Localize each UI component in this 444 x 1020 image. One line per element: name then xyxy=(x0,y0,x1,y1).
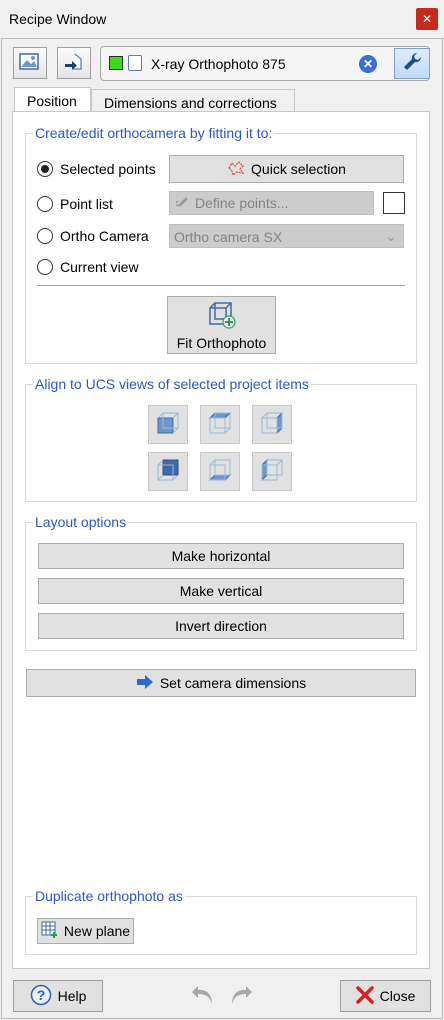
ucs-back-view-button[interactable] xyxy=(148,452,188,491)
picture-icon xyxy=(19,52,41,75)
pencil-icon xyxy=(175,194,191,213)
radio-point-list[interactable] xyxy=(37,196,53,212)
orthophoto-object-icon xyxy=(128,55,142,71)
define-points-button[interactable]: Define points... xyxy=(169,191,374,215)
fit-orthophoto-label: Fit Orthophoto xyxy=(176,334,267,351)
orthophoto-view-button[interactable] xyxy=(13,47,47,79)
help-label: Help xyxy=(57,988,87,1004)
radio-ortho-camera-label: Ortho Camera xyxy=(60,228,149,244)
ortho-camera-select[interactable]: Ortho camera SX ⌄ xyxy=(169,224,404,248)
radio-current-view[interactable] xyxy=(37,259,53,275)
cube-right-icon xyxy=(259,410,285,439)
new-plane-button[interactable]: New plane xyxy=(37,918,134,944)
radio-selected-points-label: Selected points xyxy=(60,161,156,177)
close-icon xyxy=(355,985,374,1007)
invert-direction-button[interactable]: Invert direction xyxy=(38,613,404,639)
ortho-camera-value: Ortho camera SX xyxy=(174,229,283,245)
fit-separator xyxy=(37,285,405,286)
ucs-right-view-button[interactable] xyxy=(252,405,292,444)
quick-selection-label: Quick selection xyxy=(251,161,346,177)
radio-current-view-label: Current view xyxy=(60,259,139,275)
object-selector[interactable]: X-ray Orthophoto 875 ✕ xyxy=(100,46,430,81)
layout-group-title: Layout options xyxy=(33,514,129,530)
wrench-icon xyxy=(401,51,423,76)
chevron-down-icon: ⌄ xyxy=(385,228,397,244)
set-camera-dimensions-button[interactable]: Set camera dimensions xyxy=(26,669,416,697)
ucs-front-view-button[interactable] xyxy=(148,405,188,444)
import-button[interactable] xyxy=(57,47,91,79)
help-icon: ? xyxy=(30,984,52,1009)
close-label: Close xyxy=(379,988,416,1004)
quick-selection-button[interactable]: Quick selection xyxy=(169,155,404,183)
duplicate-group-title: Duplicate orthophoto as xyxy=(33,888,185,904)
radio-selected-points[interactable] xyxy=(37,161,53,177)
make-vertical-button[interactable]: Make vertical xyxy=(38,578,404,604)
ucs-left-view-button[interactable] xyxy=(252,452,292,491)
define-points-label: Define points... xyxy=(195,195,289,211)
radio-ortho-camera[interactable] xyxy=(37,228,53,244)
import-icon xyxy=(63,51,85,76)
window-title: Recipe Window xyxy=(9,11,107,27)
close-button[interactable]: Close xyxy=(340,980,431,1012)
point-list-checkbox[interactable] xyxy=(383,192,405,214)
new-plane-icon xyxy=(41,921,59,942)
ucs-bottom-view-button[interactable] xyxy=(200,452,240,491)
cube-top-icon xyxy=(207,410,233,439)
fit-orthophoto-icon xyxy=(205,300,239,333)
undo-icon xyxy=(190,983,216,1010)
object-name: X-ray Orthophoto 875 xyxy=(151,56,286,72)
clear-object-icon[interactable]: ✕ xyxy=(359,55,377,73)
cube-back-icon xyxy=(155,457,181,486)
cube-left-icon xyxy=(259,457,285,486)
help-button[interactable]: ? Help xyxy=(13,980,103,1012)
svg-text:?: ? xyxy=(36,987,45,1003)
ucs-group-title: Align to UCS views of selected project i… xyxy=(33,376,311,392)
new-plane-label: New plane xyxy=(63,923,131,939)
window-close-button[interactable]: ✕ xyxy=(416,8,438,30)
make-horizontal-button[interactable]: Make horizontal xyxy=(38,543,404,569)
cube-front-icon xyxy=(155,410,181,439)
arrow-right-icon xyxy=(136,674,154,692)
cube-bottom-icon xyxy=(207,457,233,486)
redo-icon xyxy=(228,983,254,1010)
undo-button[interactable] xyxy=(188,981,218,1011)
quick-selection-icon xyxy=(227,160,245,179)
object-color-swatch xyxy=(109,56,123,70)
ucs-top-view-button[interactable] xyxy=(200,405,240,444)
fit-orthophoto-button[interactable]: Fit Orthophoto xyxy=(167,296,276,354)
fit-group-title: Create/edit orthocamera by fitting it to… xyxy=(33,125,275,141)
settings-button[interactable] xyxy=(394,48,430,79)
redo-button[interactable] xyxy=(226,981,256,1011)
set-camera-dimensions-label: Set camera dimensions xyxy=(159,675,307,691)
radio-point-list-label: Point list xyxy=(60,196,113,212)
